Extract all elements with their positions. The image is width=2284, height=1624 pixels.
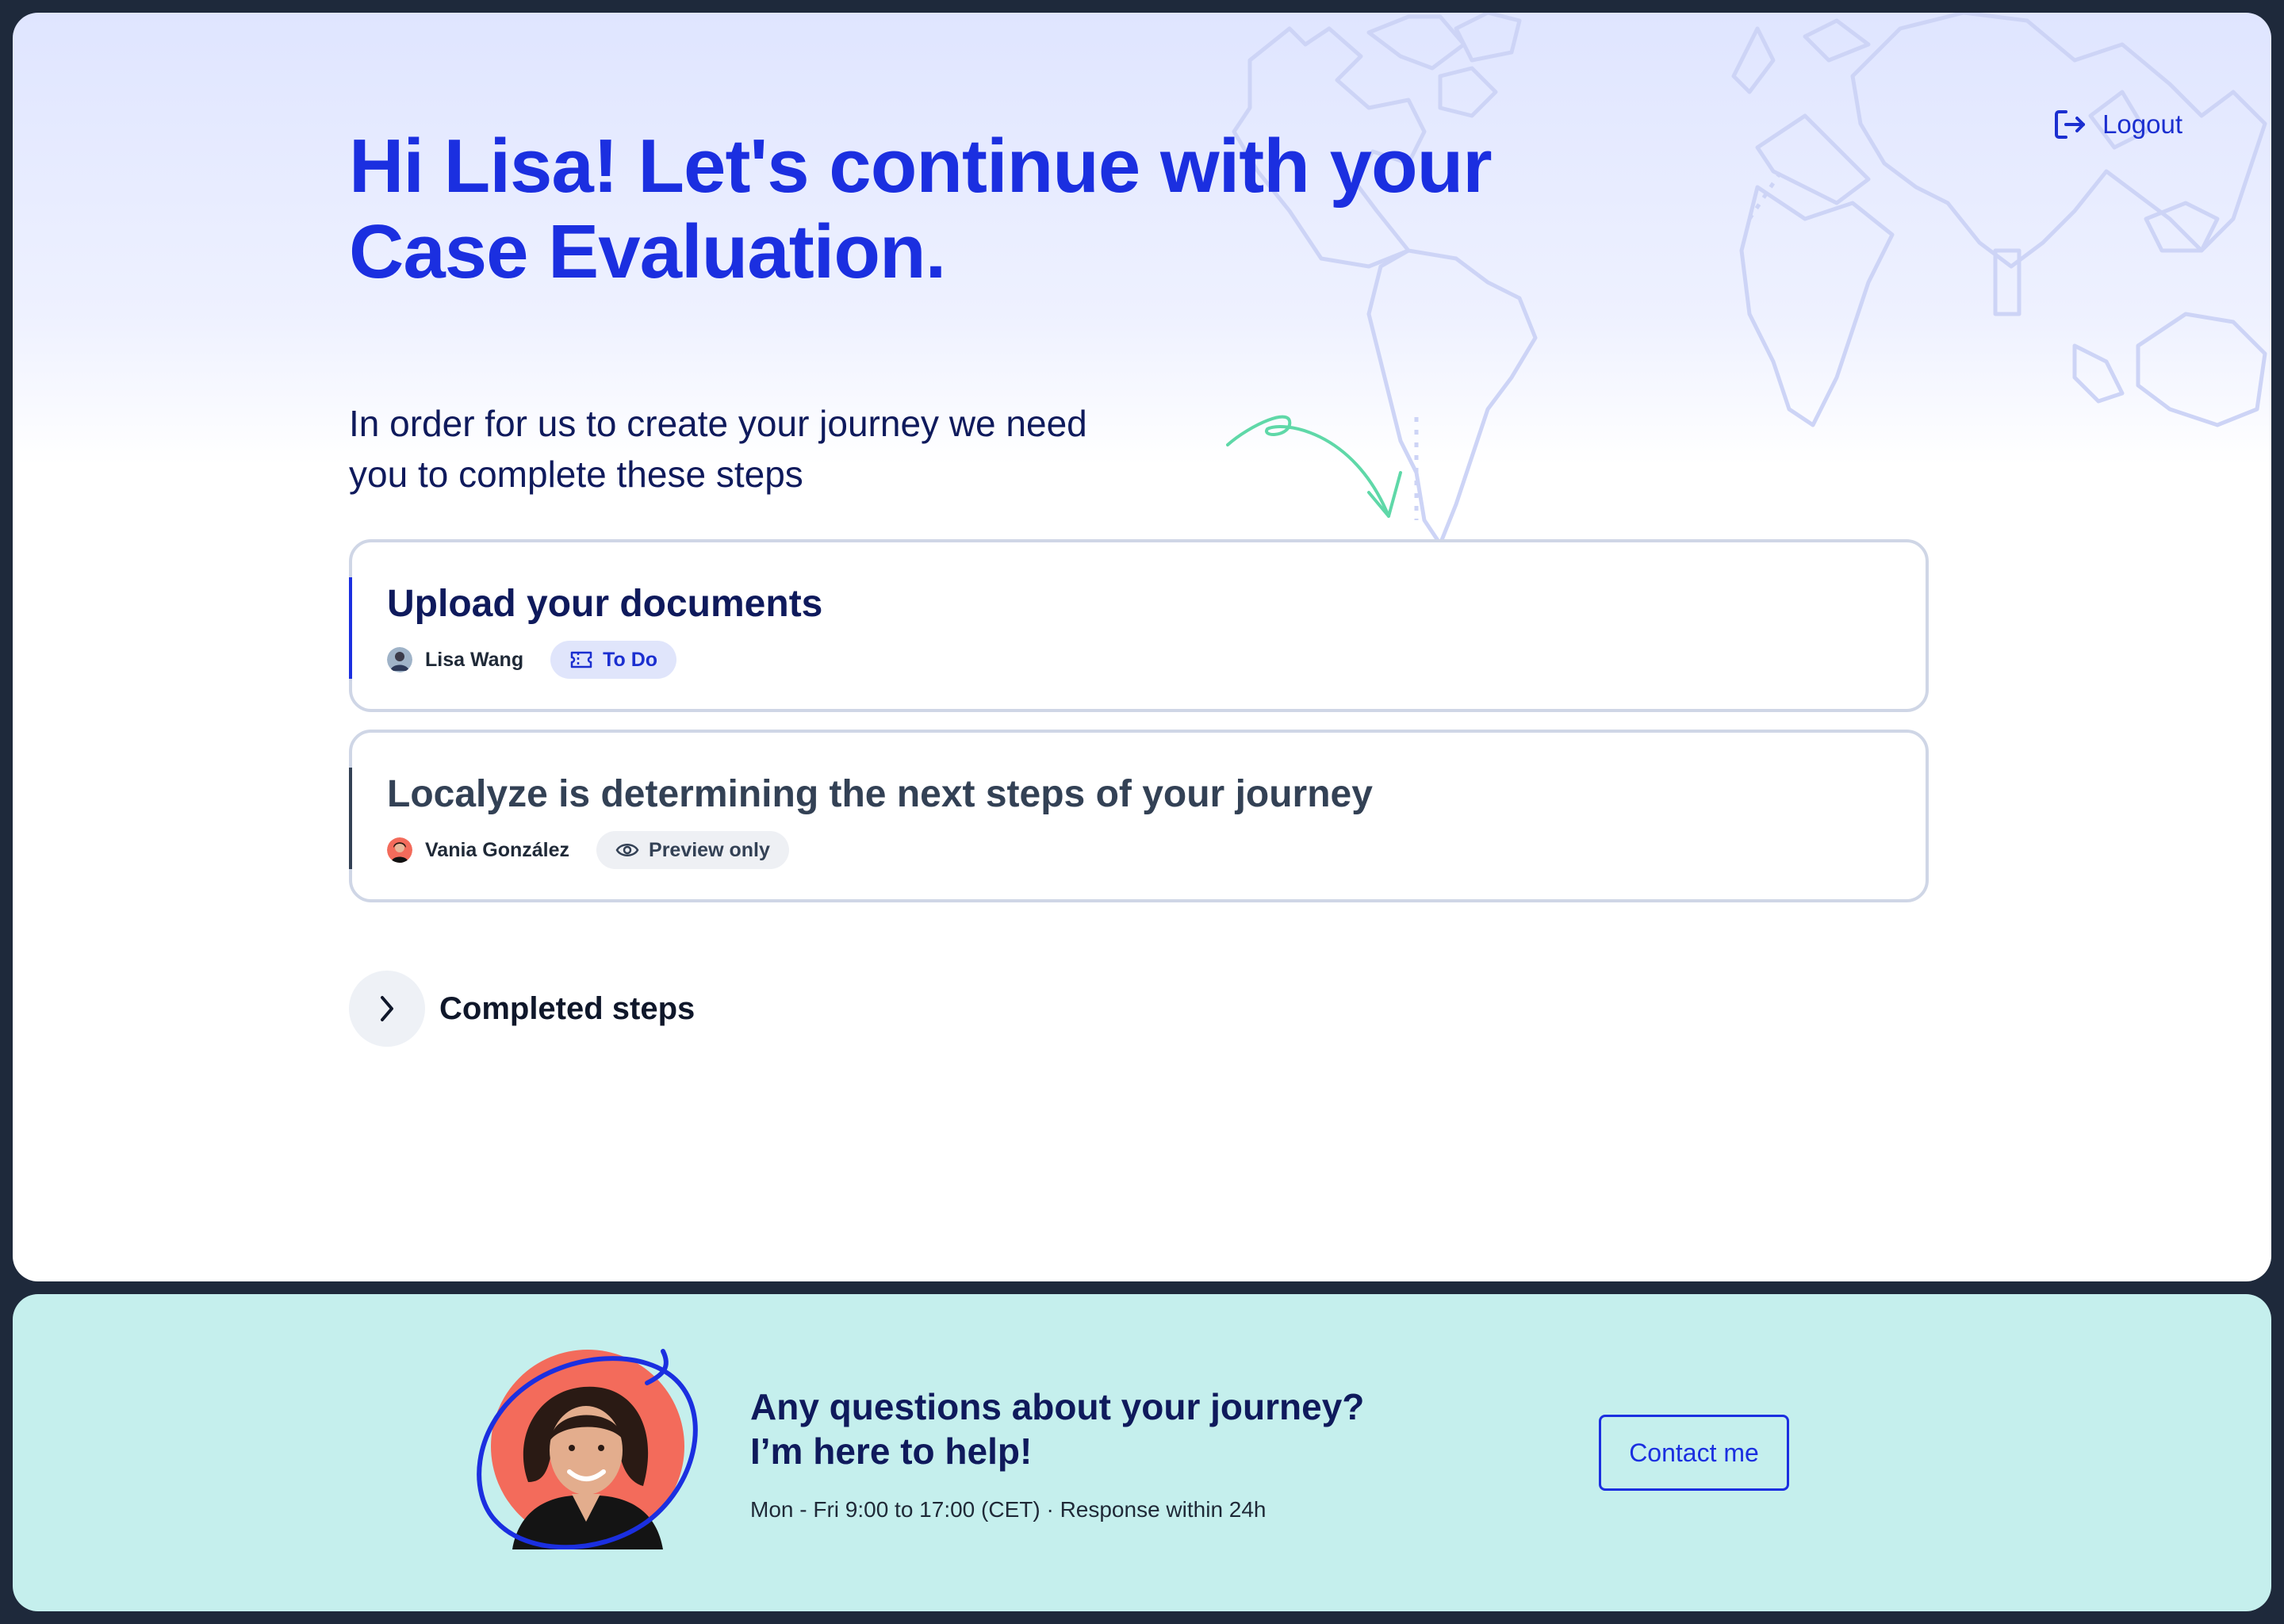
greeting-line1: Hi Lisa! Let's continue with your bbox=[349, 124, 1493, 209]
help-title: Any questions about your journey? I’m he… bbox=[750, 1385, 1464, 1473]
curved-arrow-icon bbox=[1226, 415, 1402, 518]
step-meta: Lisa Wang To Do bbox=[387, 641, 677, 679]
help-title-line2: I’m here to help! bbox=[750, 1431, 1033, 1472]
ticket-icon bbox=[570, 651, 592, 668]
logout-button[interactable]: Logout bbox=[2053, 108, 2182, 141]
advisor-avatar bbox=[477, 1349, 698, 1549]
logout-label: Logout bbox=[2102, 109, 2182, 139]
step-accent-bar bbox=[349, 768, 352, 869]
status-label: Preview only bbox=[649, 838, 770, 861]
step-title: Localyze is determining the next steps o… bbox=[387, 773, 1373, 815]
main-panel: Logout Hi Lisa! Let's continue with your… bbox=[13, 13, 2271, 1281]
step-accent-bar bbox=[349, 577, 352, 679]
chevron-right-icon bbox=[381, 996, 393, 1021]
step-title: Upload your documents bbox=[387, 583, 823, 625]
help-panel: Any questions about your journey? I’m he… bbox=[13, 1294, 2271, 1611]
page-title: Hi Lisa! Let's continue with your Case E… bbox=[349, 124, 1618, 295]
help-title-line1: Any questions about your journey? bbox=[750, 1386, 1365, 1427]
support-hours: Mon - Fri 9:00 to 17:00 (CET) · Response… bbox=[750, 1497, 1267, 1522]
completed-steps-label: Completed steps bbox=[439, 990, 696, 1026]
assignee-name: Lisa Wang bbox=[425, 648, 524, 671]
greeting-line2: Case Evaluation. bbox=[349, 209, 946, 294]
intro-line1: In order for us to create your journey w… bbox=[349, 403, 1087, 444]
status-label: To Do bbox=[603, 648, 658, 671]
assignee-name: Vania González bbox=[425, 838, 570, 861]
intro-line2: you to complete these steps bbox=[349, 454, 803, 495]
status-badge: Preview only bbox=[596, 831, 789, 869]
avatar bbox=[387, 837, 412, 863]
avatar bbox=[387, 647, 412, 672]
step-card-upload-documents[interactable]: Upload your documents Lisa Wang To Do bbox=[349, 539, 1929, 712]
step-card-next-steps[interactable]: Localyze is determining the next steps o… bbox=[349, 730, 1929, 902]
status-badge: To Do bbox=[550, 641, 677, 679]
intro-text: In order for us to create your journey w… bbox=[349, 398, 1174, 500]
step-meta: Vania González Preview only bbox=[387, 831, 789, 869]
completed-steps-toggle[interactable]: Completed steps bbox=[349, 971, 695, 1047]
eye-icon bbox=[615, 844, 639, 856]
expand-button[interactable] bbox=[349, 971, 425, 1047]
contact-me-button[interactable]: Contact me bbox=[1599, 1415, 1789, 1491]
logout-icon bbox=[2055, 110, 2086, 139]
